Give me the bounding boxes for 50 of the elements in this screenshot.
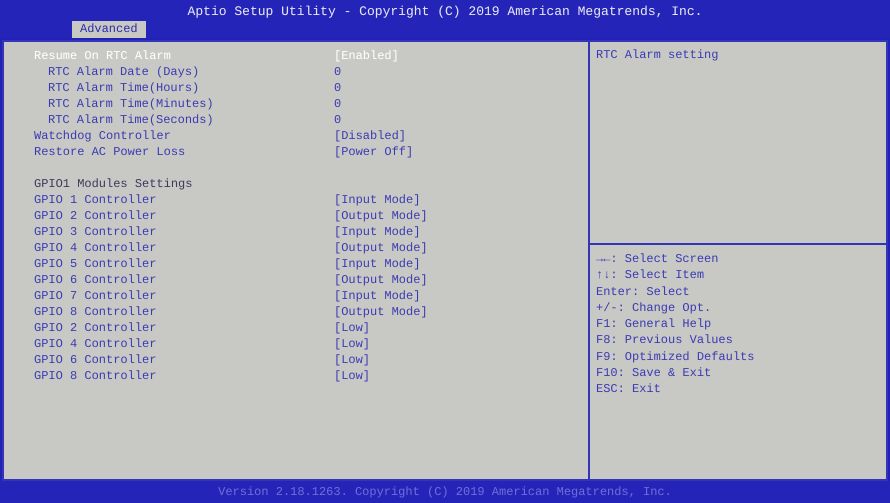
- setting-label[interactable]: Watchdog Controller: [34, 128, 334, 144]
- setting-value[interactable]: [Input Mode]: [334, 256, 420, 272]
- key-hint: F9: Optimized Defaults: [596, 348, 756, 366]
- setting-label[interactable]: GPIO 7 Controller: [34, 288, 334, 304]
- version-footer: Version 2.18.1263. Copyright (C) 2019 American Megatrends, Inc.: [0, 481, 890, 503]
- setting-label[interactable]: GPIO 5 Controller: [34, 256, 334, 272]
- setting-value[interactable]: [Low]: [334, 320, 370, 336]
- setting-value[interactable]: 0: [334, 96, 342, 112]
- setting-label[interactable]: GPIO 4 Controller: [34, 240, 334, 256]
- setting-label[interactable]: GPIO 8 Controller: [34, 368, 334, 384]
- key-hint: ↑↓: Select Item: [596, 267, 706, 284]
- setting-value[interactable]: [Input Mode]: [334, 288, 420, 304]
- menu-tab[interactable]: Advanced: [72, 21, 146, 38]
- window-title: Aptio Setup Utility - Copyright (C) 2019 American Megatrends, Inc.: [186, 3, 704, 20]
- key-hint: F1: General Help: [596, 316, 712, 332]
- setting-label[interactable]: GPIO 6 Controller: [34, 272, 334, 288]
- key-hint: F8: Previous Values: [596, 332, 734, 349]
- setting-value[interactable]: [Output Mode]: [334, 272, 428, 288]
- section-heading: GPIO1 Modules Settings: [34, 176, 194, 192]
- setting-label[interactable]: GPIO 2 Controller: [34, 320, 334, 336]
- key-hint: F10: Save & Exit: [596, 365, 712, 382]
- key-hint: Enter: Select: [596, 284, 691, 300]
- setting-label[interactable]: RTC Alarm Date (Days): [48, 64, 334, 80]
- setting-label[interactable]: Restore AC Power Loss: [34, 144, 334, 160]
- setting-label[interactable]: GPIO 2 Controller: [34, 208, 334, 224]
- setting-label[interactable]: GPIO 1 Controller: [34, 192, 334, 208]
- setting-value[interactable]: [Input Mode]: [334, 224, 420, 240]
- setting-value[interactable]: [Low]: [334, 336, 370, 352]
- setting-label[interactable]: RTC Alarm Time(Minutes): [48, 96, 334, 112]
- setting-label[interactable]: RTC Alarm Time(Seconds): [48, 112, 334, 128]
- setting-value[interactable]: [Output Mode]: [334, 304, 428, 320]
- setting-value[interactable]: 0: [334, 64, 342, 80]
- key-hint: +/-: Change Opt.: [596, 300, 712, 316]
- setting-value[interactable]: [Low]: [334, 368, 370, 384]
- setting-value[interactable]: [Power Off]: [334, 144, 414, 160]
- setting-value[interactable]: [Output Mode]: [334, 240, 428, 256]
- setting-value[interactable]: [Input Mode]: [334, 192, 420, 208]
- setting-value[interactable]: [Low]: [334, 352, 370, 368]
- setting-label[interactable]: GPIO 8 Controller: [34, 304, 334, 320]
- setting-value[interactable]: 0: [334, 112, 342, 128]
- setting-label[interactable]: GPIO 6 Controller: [34, 352, 334, 368]
- key-hint: →←: Select Screen: [596, 251, 720, 268]
- setting-value[interactable]: 0: [334, 80, 342, 96]
- setting-value[interactable]: [Output Mode]: [334, 208, 428, 224]
- setting-value[interactable]: [Disabled]: [334, 128, 406, 144]
- setting-label[interactable]: RTC Alarm Time(Hours): [48, 80, 334, 96]
- setting-label[interactable]: GPIO 4 Controller: [34, 336, 334, 352]
- key-hint: ESC: Exit: [596, 381, 662, 398]
- help-text: RTC Alarm setting: [596, 48, 718, 62]
- setting-label[interactable]: GPIO 3 Controller: [34, 224, 334, 240]
